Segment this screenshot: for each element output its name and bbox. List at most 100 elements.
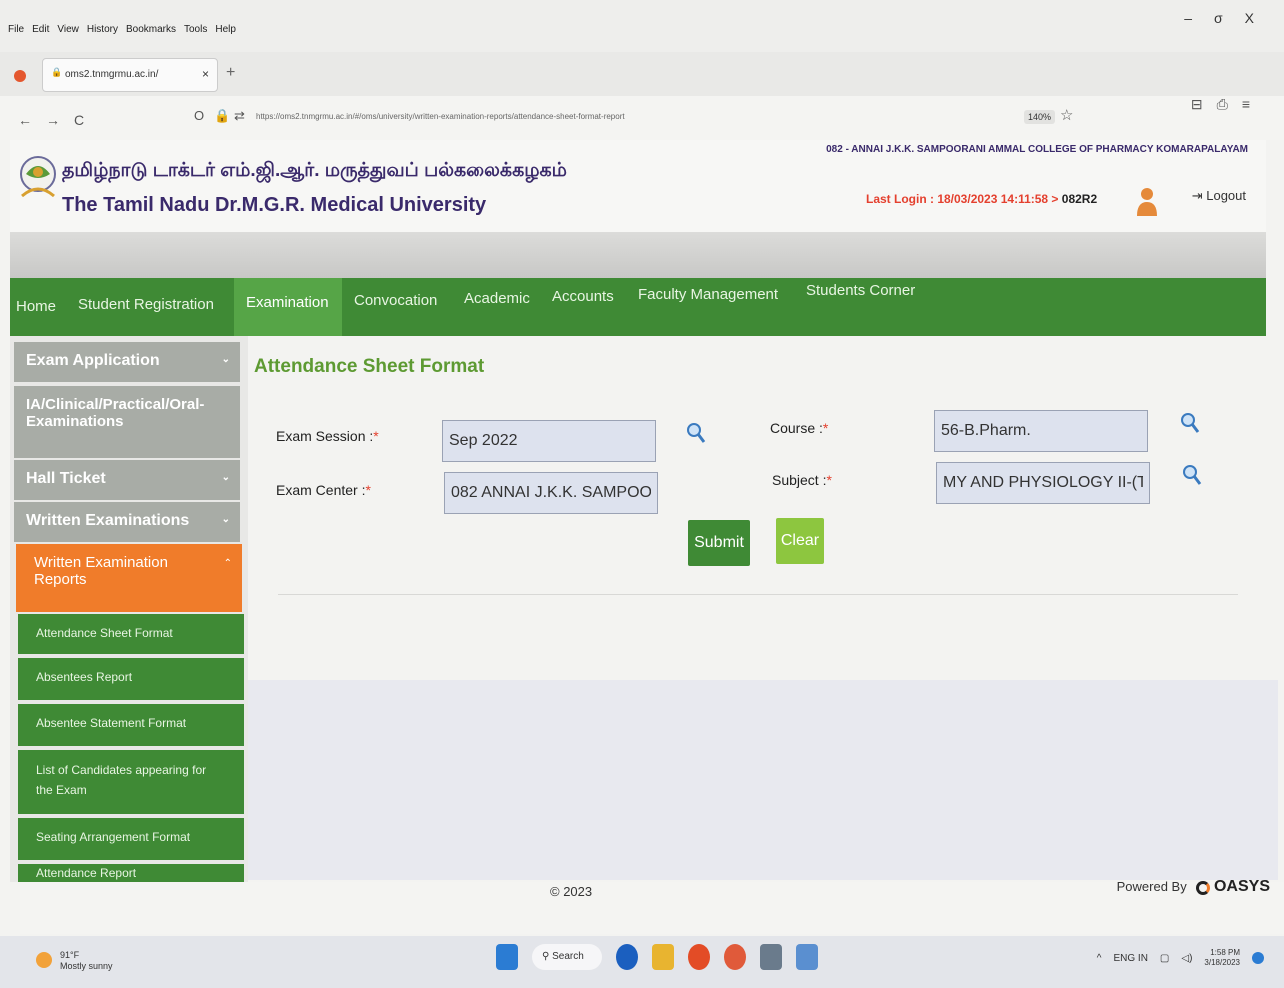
subject-label: Subject :* bbox=[772, 472, 832, 488]
logout-link[interactable]: ⇥ Logout bbox=[1192, 188, 1246, 204]
label-text: Course : bbox=[770, 420, 823, 436]
pocket-icon[interactable]: ⊟ bbox=[1191, 96, 1203, 113]
nav-accounts[interactable]: Accounts bbox=[552, 288, 614, 305]
submit-button[interactable]: Submit bbox=[688, 520, 750, 566]
clear-button[interactable]: Clear bbox=[776, 518, 824, 564]
sidebar-sub-attendance-report[interactable]: Attendance Report bbox=[18, 864, 244, 882]
main-content: Attendance Sheet Format Exam Session :* … bbox=[248, 336, 1278, 882]
last-login-label: Last Login : 18/03/2023 14:11:58 > bbox=[866, 192, 1059, 206]
menu-tools[interactable]: Tools bbox=[184, 24, 207, 35]
firefox-taskbar-icon[interactable] bbox=[724, 944, 746, 970]
forward-button[interactable]: → bbox=[46, 112, 60, 128]
nav-students-corner[interactable]: Students Corner bbox=[806, 282, 915, 299]
logout-icon: ⇥ bbox=[1191, 188, 1203, 203]
university-name-tamil: தமிழ்நாடு டாக்டர் எம்.ஜி.ஆர். மருத்துவப்… bbox=[62, 160, 567, 181]
sidebar-item-written-examination-reports[interactable]: Written Examination Reports ⌃ bbox=[16, 544, 242, 612]
tab-close-icon[interactable]: × bbox=[202, 67, 209, 81]
menu-bookmarks[interactable]: Bookmarks bbox=[126, 24, 176, 35]
back-button[interactable]: ← bbox=[18, 112, 32, 128]
subject-input[interactable] bbox=[936, 462, 1150, 504]
university-logo-icon bbox=[20, 156, 56, 198]
course-search-icon[interactable] bbox=[1180, 412, 1200, 434]
zoom-level[interactable]: 140% bbox=[1024, 110, 1056, 124]
lang-indicator[interactable]: ENG IN bbox=[1113, 953, 1147, 964]
nav-student-registration[interactable]: Student Registration bbox=[78, 296, 214, 313]
exam-session-input[interactable] bbox=[442, 420, 656, 462]
logout-label: Logout bbox=[1206, 188, 1246, 203]
close-window-button[interactable]: X bbox=[1245, 10, 1254, 26]
nav-examination[interactable]: Examination bbox=[246, 294, 329, 311]
nav-faculty-management[interactable]: Faculty Management bbox=[638, 286, 778, 303]
sidebar-item-exam-application[interactable]: Exam Application ⌄ bbox=[14, 342, 240, 382]
cortana-icon[interactable] bbox=[616, 944, 638, 970]
share-icon[interactable]: ⎙ bbox=[1217, 96, 1228, 113]
chevron-down-icon: ⌄ bbox=[221, 354, 230, 365]
nav-convocation[interactable]: Convocation bbox=[354, 292, 437, 309]
exam-center-label: Exam Center :* bbox=[276, 482, 371, 498]
required-mark: * bbox=[373, 428, 379, 444]
hamburger-menu-icon[interactable]: ≡ bbox=[1242, 96, 1250, 113]
sidebar-sub-attendance-sheet-format[interactable]: Attendance Sheet Format bbox=[18, 614, 244, 654]
sidebar-sub-list-of-candidates[interactable]: List of Candidates appearing for the Exa… bbox=[18, 750, 244, 814]
sidebar-item-label: Written Examination Reports bbox=[34, 554, 168, 588]
exam-center-input[interactable] bbox=[444, 472, 658, 514]
url-bar[interactable]: O 🔒 ⇄ https://oms2.tnmgrmu.ac.in/#/oms/u… bbox=[188, 104, 1088, 130]
menu-edit[interactable]: Edit bbox=[32, 24, 49, 35]
sidebar-item-hall-ticket[interactable]: Hall Ticket ⌄ bbox=[14, 460, 240, 500]
reload-button[interactable]: C bbox=[74, 112, 84, 128]
clock[interactable]: 1:58 PM 3/18/2023 bbox=[1204, 948, 1240, 968]
course-label: Course :* bbox=[770, 420, 828, 436]
sidebar-sub-seating-arrangement[interactable]: Seating Arrangement Format bbox=[18, 818, 244, 860]
new-tab-button[interactable]: + bbox=[226, 64, 235, 82]
window-controls: – σ X bbox=[1184, 10, 1254, 26]
exam-session-search-icon[interactable] bbox=[686, 422, 706, 444]
sidebar-item-label: Hall Ticket bbox=[26, 470, 106, 487]
nav-home[interactable]: Home bbox=[16, 298, 56, 315]
university-name-english: The Tamil Nadu Dr.M.G.R. Medical Univers… bbox=[62, 194, 487, 216]
powered-by: Powered By OASYS bbox=[1117, 878, 1270, 896]
course-input[interactable] bbox=[934, 410, 1148, 452]
app-icon[interactable] bbox=[760, 944, 782, 970]
file-explorer-icon[interactable] bbox=[652, 944, 674, 970]
tab-title: oms2.tnmgrmu.ac.in/ bbox=[65, 69, 159, 80]
menu-help[interactable]: Help bbox=[215, 24, 236, 35]
sidebar-sub-absentees-report[interactable]: Absentees Report bbox=[18, 658, 244, 700]
sidebar-item-label: Written Examinations bbox=[26, 512, 190, 529]
user-avatar-icon[interactable] bbox=[1136, 186, 1158, 216]
taskbar-search[interactable]: ⚲ Search bbox=[532, 944, 602, 970]
subject-search-icon[interactable] bbox=[1182, 464, 1202, 486]
exam-session-label: Exam Session :* bbox=[276, 428, 379, 444]
browser-tabbar: 🔒 oms2.tnmgrmu.ac.in/ × + ⌄ bbox=[0, 52, 1284, 112]
store-icon[interactable] bbox=[796, 944, 818, 970]
menu-view[interactable]: View bbox=[57, 24, 79, 35]
browser-tab[interactable]: 🔒 oms2.tnmgrmu.ac.in/ × bbox=[42, 58, 218, 92]
sidebar-sub-absentee-statement-format[interactable]: Absentee Statement Format bbox=[18, 704, 244, 746]
volume-icon[interactable]: ◁) bbox=[1181, 953, 1192, 964]
sidebar-item-written-examinations[interactable]: Written Examinations ⌄ bbox=[14, 502, 240, 542]
weather-widget[interactable]: 91°F Mostly sunny bbox=[36, 950, 113, 972]
chevron-down-icon: ⌄ bbox=[221, 514, 230, 525]
network-icon[interactable]: ▢ bbox=[1160, 953, 1169, 964]
taskbar-apps: ⚲ Search bbox=[496, 944, 818, 970]
start-icon[interactable] bbox=[496, 944, 518, 970]
bookmark-star-icon[interactable]: ☆ bbox=[1060, 106, 1073, 124]
nav-buttons: ← → C bbox=[18, 112, 84, 128]
system-tray: ^ ENG IN ▢ ◁) 1:58 PM 3/18/2023 bbox=[1097, 948, 1264, 968]
shield-icon: O bbox=[194, 108, 205, 123]
powered-by-label: Powered By bbox=[1116, 879, 1187, 894]
clock-date: 3/18/2023 bbox=[1204, 958, 1240, 967]
menu-file[interactable]: File bbox=[8, 24, 24, 35]
page-title: Attendance Sheet Format bbox=[254, 356, 485, 377]
main-navbar: Home Student Registration Examination Co… bbox=[10, 278, 1266, 336]
chevron-up-icon[interactable]: ^ bbox=[1097, 953, 1102, 964]
nav-academic[interactable]: Academic bbox=[464, 290, 530, 307]
maximize-button[interactable]: σ bbox=[1214, 10, 1223, 26]
windows-taskbar: 91°F Mostly sunny ⚲ Search ^ ENG IN ▢ ◁)… bbox=[0, 936, 1284, 988]
chrome-icon[interactable] bbox=[688, 944, 710, 970]
oasys-logo-icon bbox=[1196, 880, 1211, 895]
menu-history[interactable]: History bbox=[87, 24, 118, 35]
sidebar-item-ia-clinical[interactable]: IA/Clinical/Practical/Oral-Examinations bbox=[14, 386, 240, 458]
page-footer: © 2023 Powered By OASYS bbox=[20, 878, 1284, 934]
minimize-button[interactable]: – bbox=[1184, 10, 1192, 26]
notification-icon[interactable] bbox=[1252, 952, 1264, 964]
